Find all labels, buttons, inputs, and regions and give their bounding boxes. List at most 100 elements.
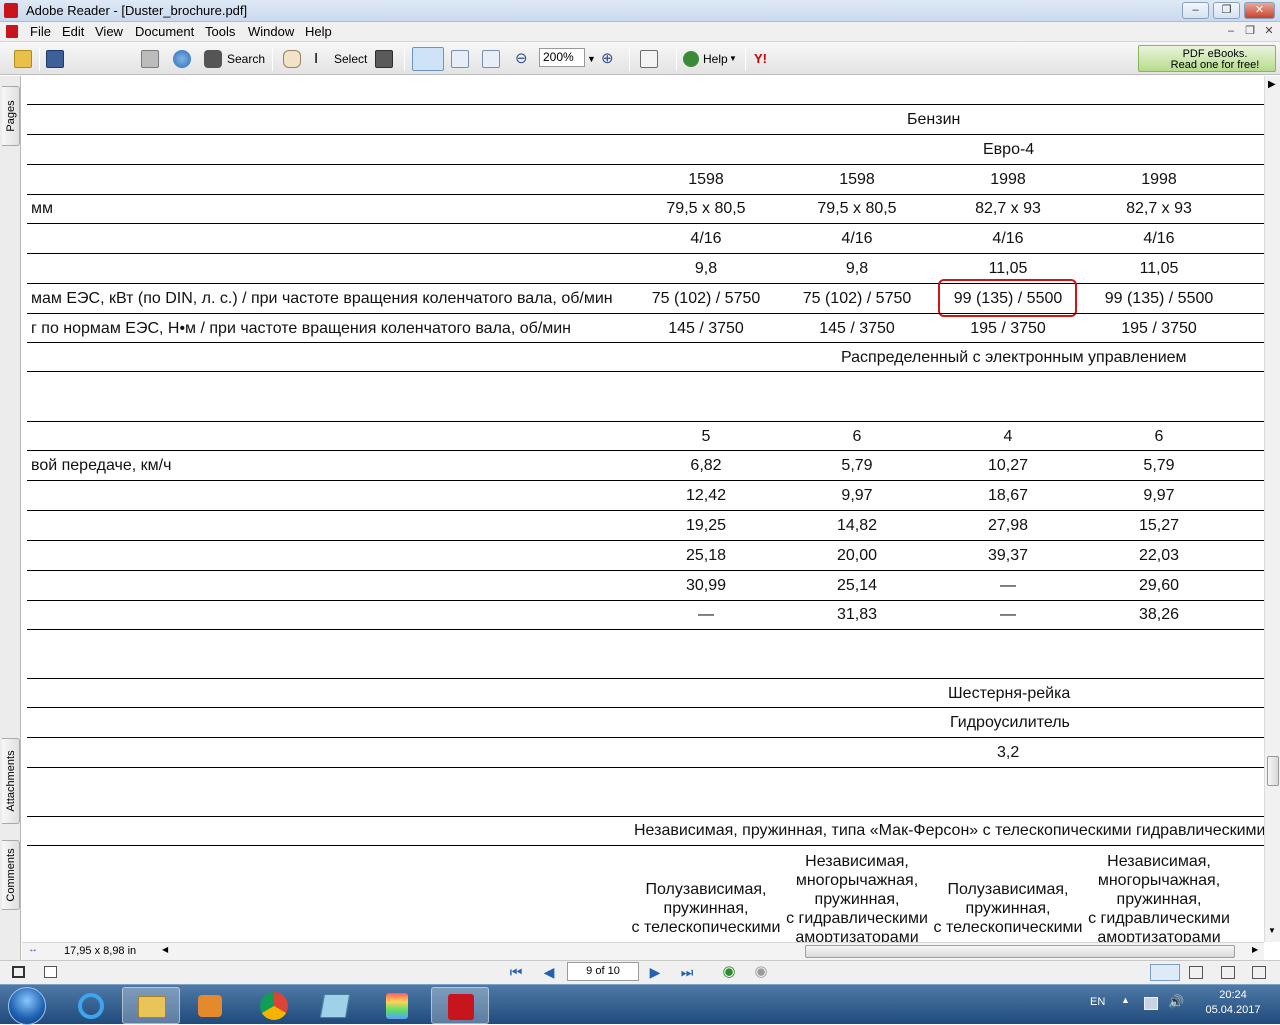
continuous-view-icon[interactable] bbox=[1189, 966, 1203, 979]
taskbar-paint[interactable] bbox=[369, 987, 427, 1024]
scroll-left-arrow-icon[interactable]: ◀ bbox=[162, 945, 168, 954]
single-page-view-icon[interactable] bbox=[1150, 964, 1180, 981]
horizontal-scroll-thumb[interactable] bbox=[805, 945, 1235, 958]
zoom-dropdown-icon[interactable]: ▼ bbox=[587, 48, 596, 70]
menu-help[interactable]: Help bbox=[305, 24, 332, 39]
fullscreen-icon[interactable] bbox=[12, 966, 25, 978]
tray-expand-icon[interactable]: ▲ bbox=[1121, 995, 1130, 1005]
menu-window[interactable]: Window bbox=[248, 24, 294, 39]
vertical-scroll-thumb[interactable] bbox=[1267, 756, 1279, 786]
table-cell: 79,5 x 80,5 bbox=[817, 200, 897, 217]
yahoo-toolbar-icon[interactable]: Y! bbox=[754, 48, 767, 70]
page-number-input[interactable]: 9 of 10 bbox=[567, 962, 639, 981]
first-page-icon[interactable]: ⏮ bbox=[508, 964, 524, 980]
start-button[interactable] bbox=[8, 987, 46, 1025]
menu-tools[interactable]: Tools bbox=[205, 24, 235, 39]
binoculars-icon[interactable] bbox=[204, 50, 222, 68]
help-button[interactable]: Help bbox=[703, 48, 728, 70]
toolbar-separator bbox=[39, 47, 40, 71]
scroll-right-arrow-icon[interactable]: ▶ bbox=[1252, 945, 1258, 954]
table-rule bbox=[27, 570, 1264, 571]
horizontal-scrollbar[interactable]: ↔ 17,95 x 8,98 in ◀ ▶ bbox=[22, 942, 1264, 960]
promo-ebooks-button[interactable]: PDF eBooks. Read one for free! bbox=[1138, 45, 1276, 72]
vertical-scrollbar[interactable]: ▶ ▼ bbox=[1264, 76, 1280, 942]
table-cell: 9,8 bbox=[694, 260, 718, 277]
minimize-button[interactable]: – bbox=[1182, 2, 1209, 19]
continuous-facing-view-icon[interactable] bbox=[1252, 966, 1266, 979]
next-view-icon[interactable]: ◉ bbox=[753, 964, 769, 980]
steering-type-cell: Шестерня-рейка bbox=[948, 685, 1071, 702]
menu-edit[interactable]: Edit bbox=[62, 24, 84, 39]
document-icon bbox=[6, 25, 18, 38]
volume-icon[interactable]: 🔊 bbox=[1168, 994, 1184, 1010]
doc-minimize-button[interactable]: – bbox=[1224, 25, 1238, 39]
system-clock[interactable]: 20:24 05.04.2017 bbox=[1196, 988, 1270, 1018]
status-bar bbox=[0, 960, 1280, 984]
close-button[interactable]: ✕ bbox=[1244, 2, 1275, 19]
scroll-down-arrow-icon[interactable]: ▼ bbox=[1268, 926, 1276, 935]
document-view[interactable]: Бензин Евро-4 1598 1598 1998 1998 мм 79,… bbox=[22, 76, 1264, 942]
table-cell: 25,18 bbox=[685, 547, 727, 564]
emission-standard-cell: Евро-4 bbox=[983, 141, 1035, 158]
menu-file[interactable]: File bbox=[30, 24, 51, 39]
table-rule bbox=[27, 845, 1264, 846]
previous-page-icon[interactable]: ◀ bbox=[541, 964, 557, 980]
panel-toggle-icon[interactable] bbox=[44, 966, 57, 978]
scroll-up-arrow-icon[interactable]: ▶ bbox=[1268, 79, 1276, 90]
row-label: г по нормам ЕЭС, Н•м / при частоте враще… bbox=[31, 320, 571, 337]
hand-tool-icon[interactable] bbox=[283, 50, 301, 68]
adobe-reader-taskbar-icon bbox=[448, 994, 474, 1020]
menu-view[interactable]: View bbox=[95, 24, 123, 39]
table-cell: 12,42 bbox=[685, 487, 727, 504]
zoom-in-tool-icon[interactable] bbox=[412, 47, 444, 71]
table-rule bbox=[27, 629, 1264, 630]
taskbar-internet-explorer[interactable] bbox=[62, 987, 120, 1024]
tab-pages[interactable]: Pages bbox=[2, 86, 20, 146]
facing-view-icon[interactable] bbox=[1221, 966, 1235, 979]
network-icon[interactable] bbox=[1144, 997, 1158, 1010]
table-rule bbox=[27, 253, 1264, 254]
table-cell: 75 (102) / 5750 bbox=[802, 290, 912, 307]
previous-view-icon[interactable]: ◉ bbox=[721, 964, 737, 980]
print-icon[interactable] bbox=[141, 50, 159, 68]
help-icon[interactable] bbox=[683, 51, 699, 67]
tab-pages-label: Pages bbox=[5, 100, 17, 132]
select-button[interactable]: Select bbox=[334, 48, 367, 70]
zoom-out-icon[interactable]: ⊖ bbox=[515, 48, 528, 70]
fit-height-icon[interactable] bbox=[451, 50, 469, 68]
menu-document[interactable]: Document bbox=[135, 24, 194, 39]
next-page-icon[interactable]: ▶ bbox=[647, 964, 663, 980]
table-rule bbox=[27, 313, 1264, 314]
doc-restore-button[interactable]: ❐ bbox=[1243, 25, 1257, 39]
folder-open-icon[interactable] bbox=[14, 50, 32, 68]
fit-width-icon[interactable] bbox=[482, 50, 500, 68]
table-rule bbox=[27, 767, 1264, 768]
taskbar-adobe-reader[interactable] bbox=[431, 987, 489, 1024]
zoom-in-icon[interactable]: ⊕ bbox=[601, 48, 614, 70]
zoom-level-input[interactable]: 200% bbox=[539, 48, 585, 67]
text-cursor-icon[interactable]: I bbox=[314, 48, 318, 70]
last-page-icon[interactable]: ⏭ bbox=[679, 964, 695, 980]
email-icon[interactable] bbox=[173, 50, 191, 68]
page-layout-icon[interactable] bbox=[640, 50, 658, 68]
taskbar-explorer[interactable] bbox=[122, 987, 180, 1024]
doc-close-button[interactable]: ✕ bbox=[1262, 25, 1276, 39]
taskbar-notepad[interactable] bbox=[306, 987, 364, 1024]
snapshot-camera-icon[interactable] bbox=[375, 50, 393, 68]
help-dropdown-icon[interactable]: ▼ bbox=[729, 48, 737, 70]
taskbar-media-player[interactable] bbox=[182, 987, 240, 1024]
maximize-button[interactable]: ❐ bbox=[1213, 2, 1240, 19]
save-icon[interactable] bbox=[46, 50, 64, 68]
search-button[interactable]: Search bbox=[227, 48, 265, 70]
language-indicator[interactable]: EN bbox=[1090, 996, 1105, 1008]
fuel-type-cell: Бензин bbox=[907, 111, 961, 128]
tab-comments[interactable]: Comments bbox=[2, 840, 20, 910]
table-cell: 6 bbox=[1154, 428, 1164, 445]
taskbar-chrome[interactable] bbox=[245, 987, 303, 1024]
toolbar-separator bbox=[272, 47, 273, 71]
tab-attachments[interactable]: Attachments bbox=[2, 738, 20, 824]
table-cell: 75 (102) / 5750 bbox=[651, 290, 761, 307]
navigation-panel: Pages Attachments Comments bbox=[0, 76, 21, 960]
rear-suspension-cell: Независимая, многорычажная, пружинная, с… bbox=[786, 853, 928, 942]
folder-icon bbox=[138, 996, 166, 1018]
